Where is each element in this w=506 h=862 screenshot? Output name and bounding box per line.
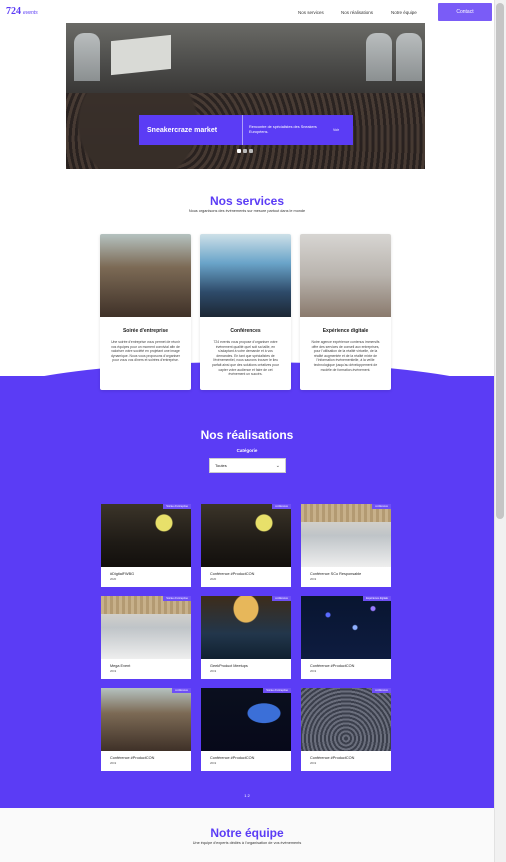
project-title: Mega Event	[110, 664, 131, 668]
project-title: Conférence #ProductCON	[210, 572, 255, 576]
category-label: Catégorie	[236, 448, 258, 453]
project-date: 2019	[110, 761, 117, 765]
project-card[interactable]: conférence Conférence SCo Responsable 20…	[301, 504, 391, 587]
project-title: GeekProduct Meetups	[210, 664, 248, 668]
service-name: Conférences	[230, 328, 261, 334]
project-title: Conférence #ProductCON	[310, 756, 355, 760]
project-date: 2019	[310, 761, 317, 765]
service-image	[100, 234, 191, 317]
project-tag: conférence	[372, 504, 391, 509]
project-date: 2019	[210, 761, 217, 765]
project-image	[101, 688, 191, 751]
nav-services[interactable]: Nos services	[298, 10, 324, 15]
project-title: Conférence #ProductCON	[110, 756, 155, 760]
project-date: 2019	[210, 669, 217, 673]
hero-description: Rencontre de spécialistes des Sneakers E…	[249, 125, 317, 134]
project-tag: conférence	[372, 688, 391, 693]
logo-subtext: events	[23, 10, 38, 16]
project-card[interactable]: Soirée d'entreprise Mega Event 2019	[101, 596, 191, 679]
services-subtitle: Nous organisons des événements sur mesur…	[188, 209, 306, 213]
project-tag: conférence	[172, 688, 191, 693]
realisations-title: Nos réalisations	[200, 428, 294, 442]
project-image	[101, 596, 191, 659]
project-tag: conférence	[272, 596, 291, 601]
project-image	[301, 688, 391, 751]
service-name: Expérience digitale	[322, 328, 369, 334]
category-select-value: Toutes	[215, 463, 227, 468]
project-title: Conférence SCo Responsable	[310, 572, 362, 576]
pagination[interactable]: 1 2	[0, 793, 494, 798]
hero-image-window	[366, 33, 392, 81]
carousel-dot[interactable]	[249, 149, 253, 153]
services-title: Nos services	[209, 194, 285, 208]
nav-team[interactable]: Notre équipe	[391, 10, 417, 15]
project-card[interactable]: Expérience digitale Conférence #ProductC…	[301, 596, 391, 679]
team-title: Notre équipe	[210, 826, 284, 840]
scrollbar-thumb[interactable]	[496, 3, 504, 519]
project-tag: conférence	[272, 504, 291, 509]
hero-image-screen	[111, 34, 171, 76]
project-image	[301, 504, 391, 567]
project-image	[201, 596, 291, 659]
service-card[interactable]: Soirée d'entreprise Une soirée d'entrepr…	[100, 234, 191, 390]
hero-image-window	[74, 33, 100, 81]
service-text: Une soirée d'entreprise vous permet de r…	[111, 340, 180, 363]
carousel-dots	[237, 149, 253, 153]
service-name: Soirée d'entreprise	[122, 328, 169, 334]
service-card[interactable]: Expérience digitale Notre agence expérie…	[300, 234, 391, 390]
project-date: 2019	[310, 669, 317, 673]
project-tag: Soirée d'entreprise	[263, 688, 291, 693]
project-image	[301, 596, 391, 659]
service-text: 724 events vous propose d'organiser votr…	[212, 340, 279, 377]
hero-title: Sneakercraze market	[139, 115, 243, 145]
nav-realisations[interactable]: Nos réalisations	[341, 10, 373, 15]
project-image	[201, 504, 291, 567]
service-text: Notre agence expérience contenus immersi…	[311, 340, 380, 372]
chevron-down-icon: ⌄	[275, 462, 280, 469]
project-date: 2019	[110, 669, 117, 673]
logo-text: 724	[6, 6, 21, 17]
hero-image-window	[396, 33, 422, 81]
service-image	[200, 234, 291, 317]
page: 724 events Nos services Nos réalisations …	[0, 0, 494, 862]
service-image	[300, 234, 391, 317]
category-select[interactable]: Toutes ⌄	[209, 458, 286, 473]
project-card[interactable]: conférence Conférence #ProductCON 2020	[201, 504, 291, 587]
carousel-dot[interactable]	[237, 149, 241, 153]
project-title: #DigitalFWBG	[110, 572, 135, 576]
hero-caption-card[interactable]: Sneakercraze market Rencontre de spécial…	[139, 115, 353, 145]
project-title: Conférence #ProductCON	[210, 756, 255, 760]
project-card[interactable]: Soirée d'entreprise Conférence #ProductC…	[201, 688, 291, 771]
project-card[interactable]: conférence Conférence #ProductCON 2019	[101, 688, 191, 771]
project-title: Conférence #ProductCON	[310, 664, 355, 668]
project-tag: Soirée d'entreprise	[163, 596, 191, 601]
project-tag: Expérience digitale	[363, 596, 391, 601]
project-card[interactable]: conférence GeekProduct Meetups 2019	[201, 596, 291, 679]
team-subtitle: Une équipe d'experts dédiés à l'organisa…	[192, 841, 302, 845]
project-date: 2020	[110, 577, 117, 581]
site-header: 724 events Nos services Nos réalisations …	[0, 0, 494, 22]
carousel-dot[interactable]	[243, 149, 247, 153]
project-image	[101, 504, 191, 567]
project-card[interactable]: conférence Conférence #ProductCON 2019	[301, 688, 391, 771]
service-card[interactable]: Conférences 724 events vous propose d'or…	[200, 234, 291, 390]
project-image	[201, 688, 291, 751]
hero-carousel[interactable]	[66, 23, 425, 169]
logo[interactable]: 724 events	[6, 6, 38, 17]
contact-button[interactable]: Contact	[438, 3, 492, 21]
project-card[interactable]: Soirée d'entreprise #DigitalFWBG 2020	[101, 504, 191, 587]
hero-more-link[interactable]: Voir	[333, 128, 353, 132]
project-date: 2020	[210, 577, 217, 581]
project-tag: Soirée d'entreprise	[163, 504, 191, 509]
project-date: 2019	[310, 577, 317, 581]
